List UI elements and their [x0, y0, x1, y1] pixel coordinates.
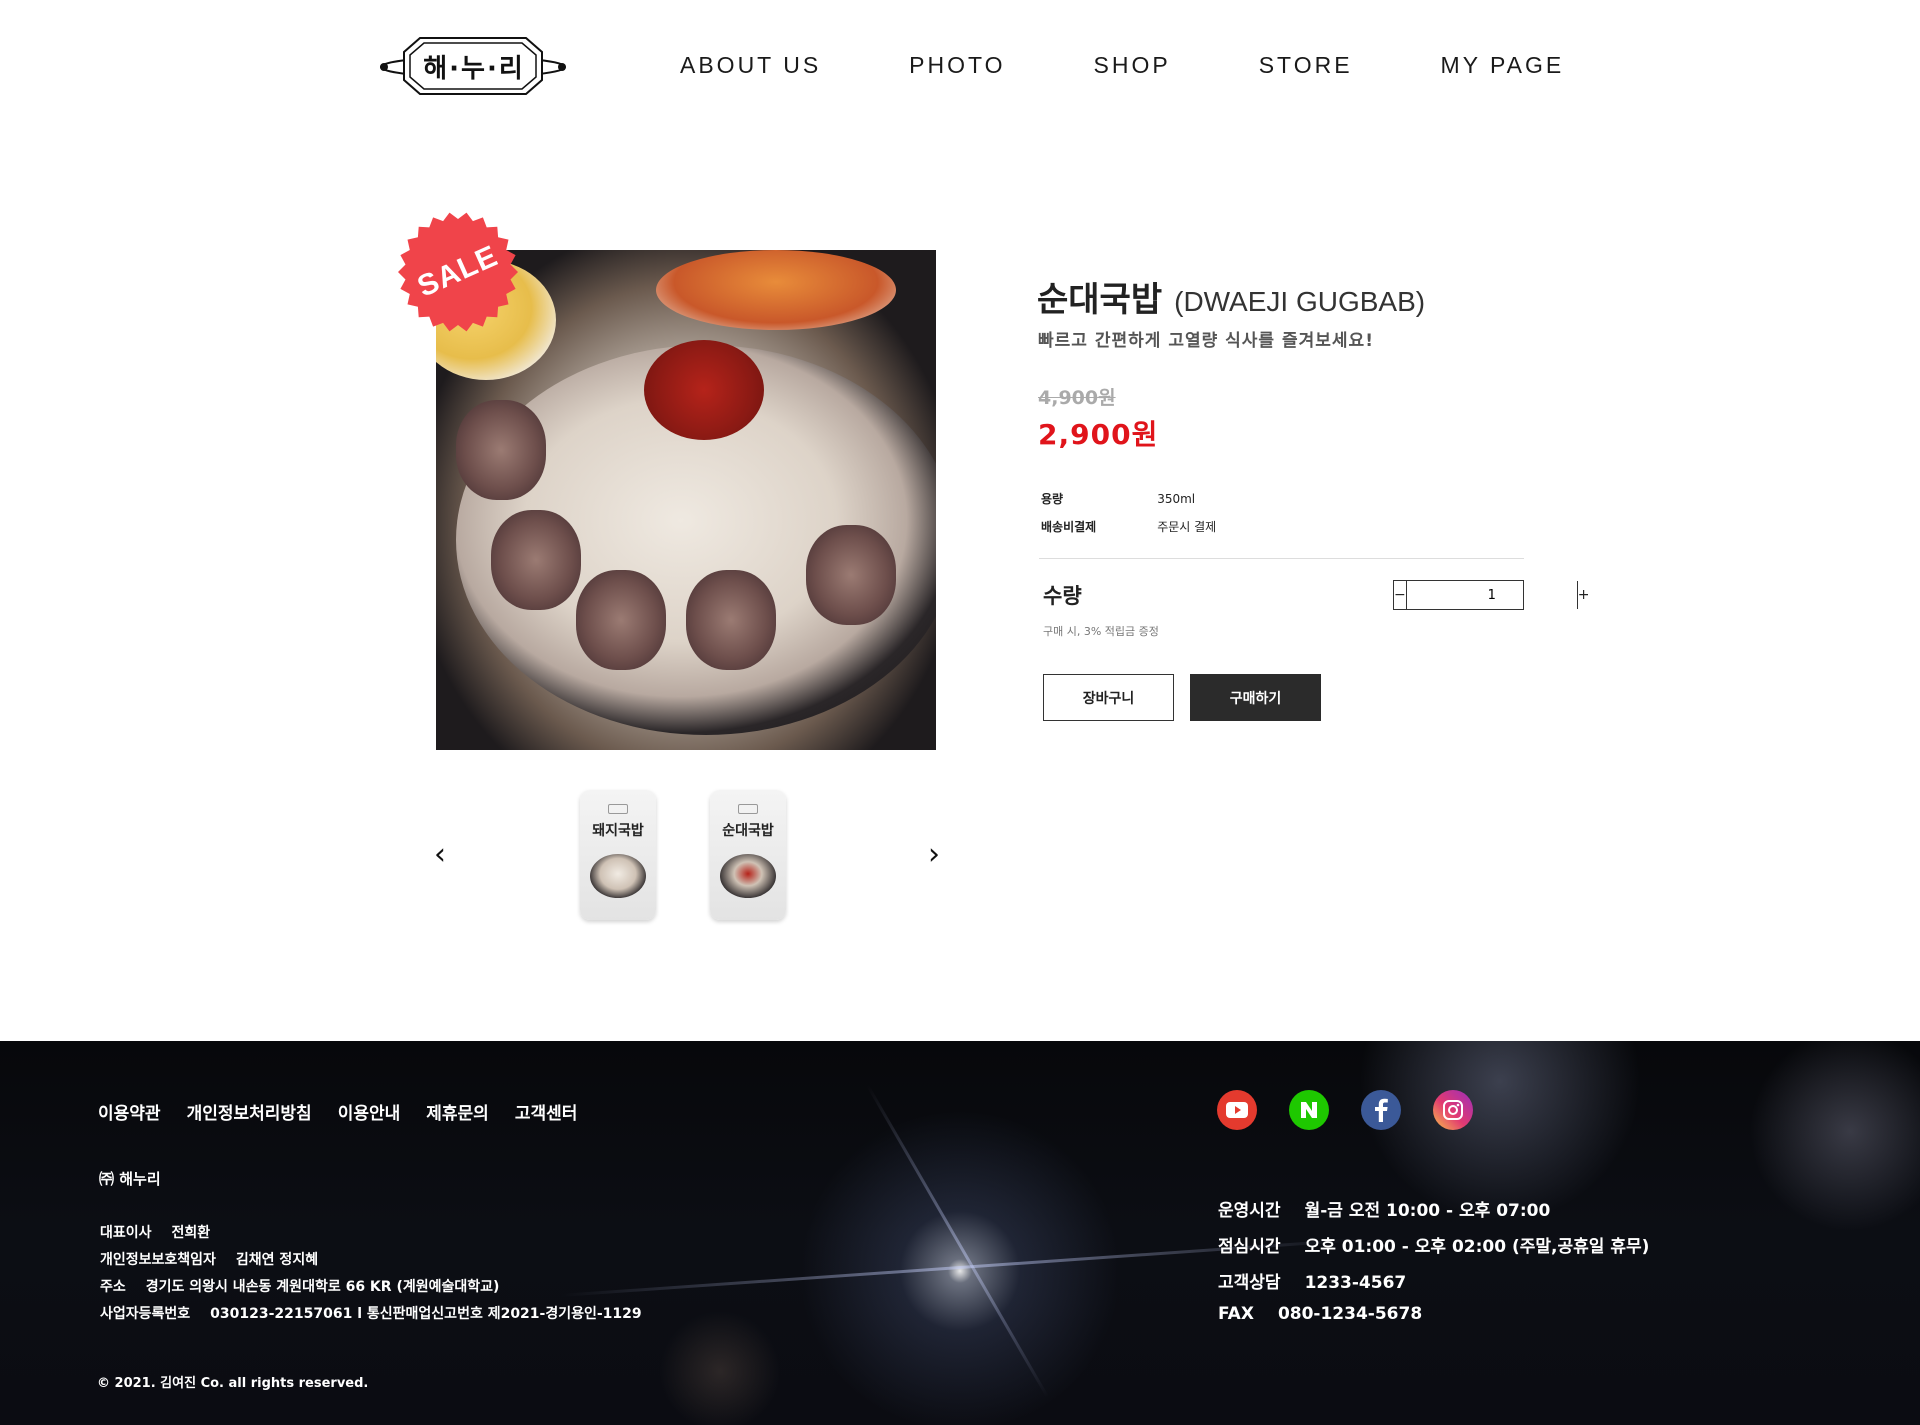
quantity-decrease-button[interactable]: −	[1394, 581, 1407, 609]
hours-label: 운영시간	[1218, 1201, 1281, 1221]
footer-links: 이용약관 개인정보처리방침 이용안내 제휴문의 고객센터	[98, 1099, 603, 1124]
footer-info-registration: 사업자등록번호 030123-22157061 l 통신판매업신고번호 제2021…	[100, 1303, 642, 1323]
info-value: 김채연 정지혜	[235, 1252, 319, 1268]
thumbnail-dwaeji-gukbap[interactable]: 돼지국밥	[580, 790, 656, 920]
naver-icon[interactable]	[1289, 1090, 1329, 1130]
footer-link-guide[interactable]: 이용안내	[338, 1099, 401, 1124]
thumbnail-bowl	[590, 854, 646, 898]
thumbnail-bowl	[720, 854, 776, 898]
photo-sundae	[686, 570, 776, 670]
product-subtitle: 빠르고 간편하게 고열량 식사를 즐겨보세요!	[1038, 331, 1374, 351]
add-to-cart-button[interactable]: 장바구니	[1043, 674, 1174, 721]
hours-value: 월-금 오전 10:00 - 오후 07:00	[1304, 1201, 1551, 1221]
spec-value: 주문시 결제	[1157, 520, 1217, 534]
info-label: 사업자등록번호	[100, 1306, 191, 1322]
nav-store[interactable]: STORE	[1259, 52, 1353, 79]
spec-volume: 용량 350ml	[1041, 490, 1195, 507]
footer-info-ceo: 대표이사 전희환	[100, 1222, 210, 1242]
thumbnail-label: 돼지국밥	[592, 823, 644, 839]
logo[interactable]: 해·누·리	[376, 34, 570, 98]
photo-sundae	[491, 510, 581, 610]
hours-label: 점심시간	[1218, 1237, 1281, 1257]
reward-note: 구매 시, 3% 적립금 증정	[1043, 625, 1159, 638]
nav-about-us[interactable]: ABOUT US	[680, 52, 821, 79]
footer-link-support[interactable]: 고객센터	[515, 1099, 578, 1124]
info-label: 대표이사	[100, 1225, 152, 1241]
product-title: 순대국밥 (DWAEJI GUGBAB)	[1037, 272, 1425, 321]
sale-price: 2,900원	[1038, 418, 1159, 451]
info-value: 전희환	[171, 1225, 211, 1241]
quantity-label: 수량	[1043, 584, 1082, 608]
nav-my-page[interactable]: MY PAGE	[1441, 52, 1565, 79]
footer-link-terms[interactable]: 이용약관	[98, 1099, 161, 1124]
logo-text: 해·누·리	[423, 53, 525, 84]
product-title-korean: 순대국밥	[1037, 280, 1163, 320]
hours-operating: 운영시간 월-금 오전 10:00 - 오후 07:00	[1218, 1196, 1550, 1221]
footer-info-address: 주소 경기도 의왕시 내손동 계원대학로 66 KR (계원예술대학교)	[100, 1276, 499, 1296]
instagram-icon[interactable]	[1433, 1090, 1473, 1130]
spec-label: 배송비결제	[1041, 520, 1097, 534]
nav-photo[interactable]: PHOTO	[909, 52, 1005, 79]
photo-kimchi	[656, 250, 896, 330]
product-title-english: (DWAEJI GUGBAB)	[1174, 286, 1426, 317]
buy-now-button[interactable]: 구매하기	[1190, 674, 1321, 721]
footer-link-privacy[interactable]: 개인정보처리방침	[187, 1099, 312, 1124]
hours-customer-service: 고객상담 1233-4567	[1218, 1268, 1406, 1293]
photo-sundae	[456, 400, 546, 500]
info-label: 개인정보보호책임자	[100, 1252, 216, 1268]
main-nav: ABOUT US PHOTO SHOP STORE MY PAGE	[680, 52, 1564, 79]
info-value: 030123-22157061 l 통신판매업신고번호 제2021-경기용인-1…	[210, 1306, 642, 1322]
quantity-increase-button[interactable]: +	[1576, 581, 1589, 609]
nav-shop[interactable]: SHOP	[1094, 52, 1171, 79]
thumbnail-next-arrow[interactable]: ›	[928, 840, 940, 870]
info-value: 경기도 의왕시 내손동 계원대학로 66 KR (계원예술대학교)	[145, 1279, 500, 1295]
footer: 이용약관 개인정보처리방침 이용안내 제휴문의 고객센터 ㈜ 해누리 대표이사 전…	[0, 1041, 1920, 1425]
thumbnail-prev-arrow[interactable]: ‹	[434, 840, 446, 870]
hours-value: 080-1234-5678	[1277, 1304, 1423, 1324]
thumbnail-label: 순대국밥	[722, 823, 774, 839]
sale-badge: SALE	[396, 210, 520, 334]
hours-value: 오후 01:00 - 오후 02:00 (주말,공휴일 휴무)	[1304, 1237, 1650, 1257]
footer-flare	[866, 1084, 1049, 1398]
facebook-icon[interactable]	[1361, 1090, 1401, 1130]
copyright: © 2021. 김여진 Co. all rights reserved.	[97, 1376, 369, 1391]
info-label: 주소	[100, 1279, 126, 1295]
thumbnail-logo	[608, 804, 628, 814]
company-name: ㈜ 해누리	[99, 1170, 161, 1188]
footer-link-partnership[interactable]: 제휴문의	[426, 1099, 489, 1124]
spec-value: 350ml	[1157, 492, 1196, 506]
hours-label: 고객상담	[1218, 1273, 1281, 1293]
photo-sundae	[806, 525, 896, 625]
hours-lunch: 점심시간 오후 01:00 - 오후 02:00 (주말,공휴일 휴무)	[1218, 1232, 1649, 1257]
hours-fax: FAX 080-1234-5678	[1218, 1304, 1422, 1324]
footer-info-privacy-officer: 개인정보보호책임자 김채연 정지혜	[100, 1249, 318, 1269]
photo-sauce	[644, 340, 764, 440]
original-price: 4,900원	[1038, 387, 1116, 409]
spec-shipping: 배송비결제 주문시 결제	[1041, 518, 1216, 535]
quantity-stepper: − +	[1393, 580, 1589, 610]
youtube-icon[interactable]	[1217, 1090, 1257, 1130]
thumbnail-logo	[738, 804, 758, 814]
spec-label: 용량	[1041, 492, 1064, 506]
thumbnail-sundae-gukbap[interactable]: 순대국밥	[710, 790, 786, 920]
quantity-input[interactable]	[1406, 581, 1577, 609]
divider	[1039, 558, 1524, 559]
hours-value: 1233-4567	[1304, 1273, 1407, 1293]
hours-label: FAX	[1218, 1304, 1254, 1324]
photo-sundae	[576, 570, 666, 670]
